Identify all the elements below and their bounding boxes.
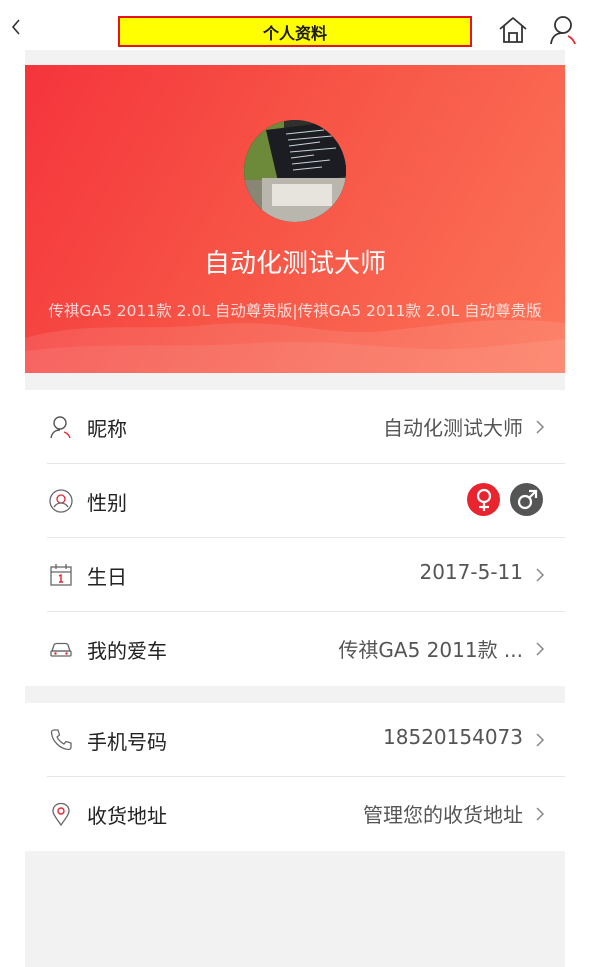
profile-car-line: 传祺GA5 2011款 2.0L 自动尊贵版|传祺GA5 2011款 2.0L … xyxy=(48,302,542,320)
gender-label: 性别 xyxy=(87,491,127,515)
calendar-icon xyxy=(49,563,73,587)
home-icon[interactable] xyxy=(497,14,529,46)
avatar[interactable] xyxy=(244,120,346,222)
chevron-right-icon xyxy=(535,806,545,822)
male-button[interactable] xyxy=(510,483,543,516)
chevron-right-icon xyxy=(535,732,545,748)
person-icon xyxy=(49,415,73,439)
gender-icon xyxy=(49,489,73,513)
nickname-value: 自动化测试大师 xyxy=(383,416,523,440)
my-car-value: 传祺GA5 2011款 ... xyxy=(338,638,523,662)
chevron-right-icon xyxy=(535,567,545,583)
birthday-label: 生日 xyxy=(87,565,127,589)
profile-info-list: 昵称 自动化测试大师 性别 生日 2017-5-11 我的爱车 传祺GA5 20… xyxy=(25,390,565,686)
car-icon xyxy=(49,637,73,661)
birthday-row[interactable]: 生日 2017-5-11 xyxy=(25,538,565,612)
nickname-label: 昵称 xyxy=(87,417,127,441)
nickname-row[interactable]: 昵称 自动化测试大师 xyxy=(25,390,565,464)
male-icon xyxy=(517,489,537,509)
phone-label: 手机号码 xyxy=(87,730,167,754)
my-car-label: 我的爱车 xyxy=(87,639,167,663)
phone-value: 18520154073 xyxy=(383,725,523,749)
back-icon[interactable] xyxy=(8,17,24,37)
address-value: 管理您的收货地址 xyxy=(363,803,523,827)
address-row[interactable]: 收货地址 管理您的收货地址 xyxy=(25,777,565,851)
address-label: 收货地址 xyxy=(87,804,167,828)
phone-icon xyxy=(49,728,73,752)
user-icon[interactable] xyxy=(549,14,579,46)
female-icon xyxy=(476,488,491,511)
female-button[interactable] xyxy=(467,483,500,516)
profile-banner: 自动化测试大师 传祺GA5 2011款 2.0L 自动尊贵版|传祺GA5 201… xyxy=(25,65,565,373)
top-bar: 个人资料 xyxy=(0,0,590,50)
gender-row: 性别 xyxy=(25,464,565,538)
chevron-right-icon xyxy=(535,419,545,435)
phone-row[interactable]: 手机号码 18520154073 xyxy=(25,703,565,777)
birthday-value: 2017-5-11 xyxy=(419,560,523,584)
chevron-right-icon xyxy=(535,641,545,657)
profile-nickname: 自动化测试大师 xyxy=(203,249,386,279)
contact-info-list: 手机号码 18520154073 收货地址 管理您的收货地址 xyxy=(25,703,565,851)
location-pin-icon xyxy=(49,802,73,827)
my-car-row[interactable]: 我的爱车 传祺GA5 2011款 ... xyxy=(25,612,565,686)
page-title: 个人资料 xyxy=(118,16,472,47)
